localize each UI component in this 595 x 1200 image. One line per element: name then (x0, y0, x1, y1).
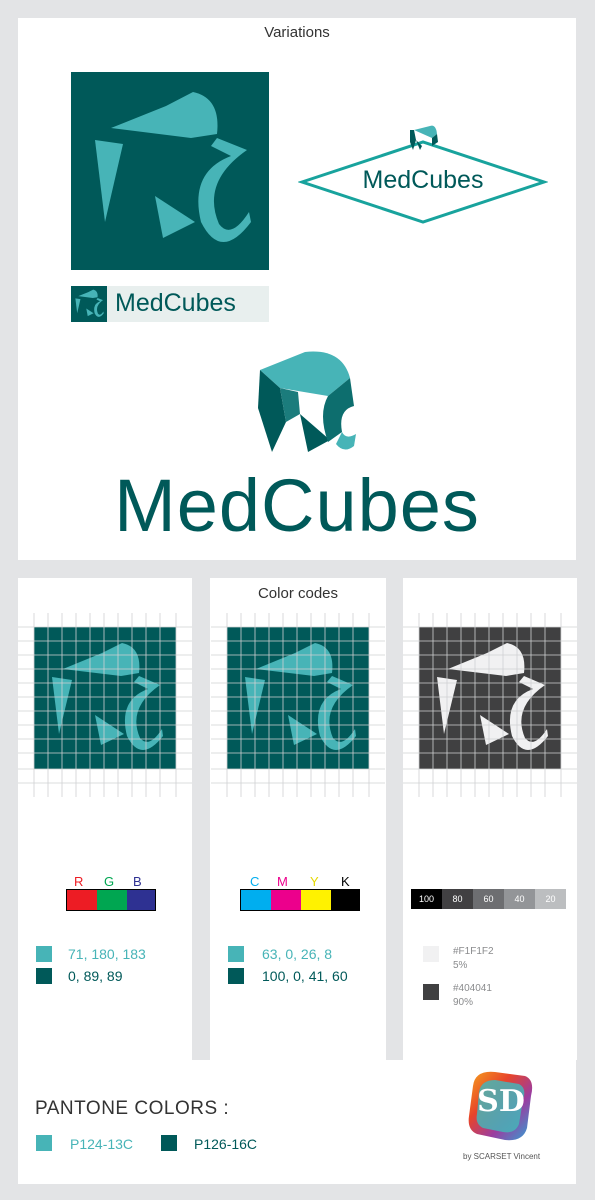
rgb-bar (66, 889, 156, 911)
cmyk-value-light: 63, 0, 26, 8 (262, 946, 333, 962)
isometric-cube-icon (258, 351, 356, 452)
gray-panel: 100 80 60 40 20 #F1F1F2 5% #404041 90% (403, 578, 577, 1060)
rgb-value-dark: 0, 89, 89 (68, 968, 123, 984)
logo-large-mark (250, 348, 360, 458)
cmyk-letter-m: M (277, 874, 288, 889)
variations-title: Variations (264, 24, 330, 41)
logo-small-text: MedCubes (115, 289, 236, 317)
gray-hex-light: #F1F1F2 (453, 946, 494, 957)
color-codes-title: Color codes (257, 585, 339, 602)
gray-step-label: 20 (545, 894, 556, 904)
pantone-light-code: P124-13C (70, 1136, 134, 1152)
gray-step-bar: 100 80 60 40 20 (411, 889, 566, 909)
cmyk-bar-yellow (301, 890, 331, 910)
sd-monogram-logo: SD (465, 1066, 537, 1146)
cmyk-swatch-light (228, 946, 244, 962)
pantone-swatch-light (36, 1135, 52, 1151)
pantone-dark-code: P126-16C (194, 1136, 258, 1152)
cmyk-bar-black (331, 890, 359, 910)
cmyk-bar (240, 889, 360, 911)
logo-small-lockup: MedCubes (71, 286, 269, 322)
cmyk-bar-cyan (241, 890, 271, 910)
cmyk-value-dark: 100, 0, 41, 60 (262, 968, 348, 984)
cmyk-bar-magenta (271, 890, 301, 910)
logo-badge: MedCubes (298, 122, 548, 242)
variations-panel: Variations MedCubes MedCubes MedCubes (18, 18, 576, 560)
rgb-letter-b: B (133, 874, 142, 889)
rgb-swatch-light (36, 946, 52, 962)
logo-badge-text: MedCubes (362, 166, 484, 194)
pantone-title: PANTONE COLORS : (35, 1098, 230, 1119)
logo-square (71, 72, 269, 270)
sd-monogram-text: SD (477, 1084, 525, 1119)
gray-step-label: 40 (514, 894, 525, 904)
grid-logo-teal (18, 613, 192, 797)
gray-pct-dark: 90% (453, 997, 474, 1008)
gray-step-label: 100 (418, 894, 435, 904)
cmyk-swatch-dark (228, 968, 244, 984)
gray-step-label: 60 (483, 894, 494, 904)
rgb-panel: R G B 71, 180, 183 0, 89, 89 (18, 578, 192, 1060)
gray-swatch-light (423, 946, 439, 962)
gray-hex-dark: #404041 (453, 983, 492, 994)
gray-step-60: 60 (473, 889, 504, 909)
grid-mark-icon (18, 613, 192, 797)
gray-step-label: 80 (452, 894, 463, 904)
rgb-letter-r: R (74, 874, 84, 889)
mark-icon (75, 289, 104, 317)
rgb-swatch-dark (36, 968, 52, 984)
pantone-panel: PANTONE COLORS : P124-13C P126-16C SD by… (18, 1060, 576, 1184)
cmyk-letter-y: Y (310, 874, 319, 889)
rgb-bar-red (67, 890, 97, 910)
rgb-bar-green (97, 890, 127, 910)
rgb-value-light: 71, 180, 183 (68, 946, 146, 962)
signature-credit: by SCARSET Vincent (463, 1152, 541, 1161)
logo-small-icon (71, 286, 107, 322)
gray-step-80: 80 (442, 889, 473, 909)
gray-pct-light: 5% (453, 960, 468, 971)
grid-mark-icon (211, 613, 385, 797)
grid-mark-icon (403, 613, 577, 797)
gray-step-20: 20 (535, 889, 566, 909)
pantone-swatch-dark (161, 1135, 177, 1151)
gray-step-40: 40 (504, 889, 535, 909)
rgb-bar-blue (127, 890, 155, 910)
cmyk-letter-c: C (250, 874, 260, 889)
gray-step-100: 100 (411, 889, 442, 909)
logo-mark-icon (95, 92, 251, 242)
cmyk-panel: Color codes C M Y K 63, 0, 26, 8 100, 0,… (210, 578, 386, 1060)
rgb-letter-g: G (104, 874, 115, 889)
gray-swatch-dark (423, 984, 439, 1000)
grid-logo-teal (210, 613, 386, 797)
grid-logo-gray (403, 613, 577, 797)
logo-large-text: MedCubes (114, 464, 480, 547)
cmyk-letter-k: K (341, 874, 350, 889)
